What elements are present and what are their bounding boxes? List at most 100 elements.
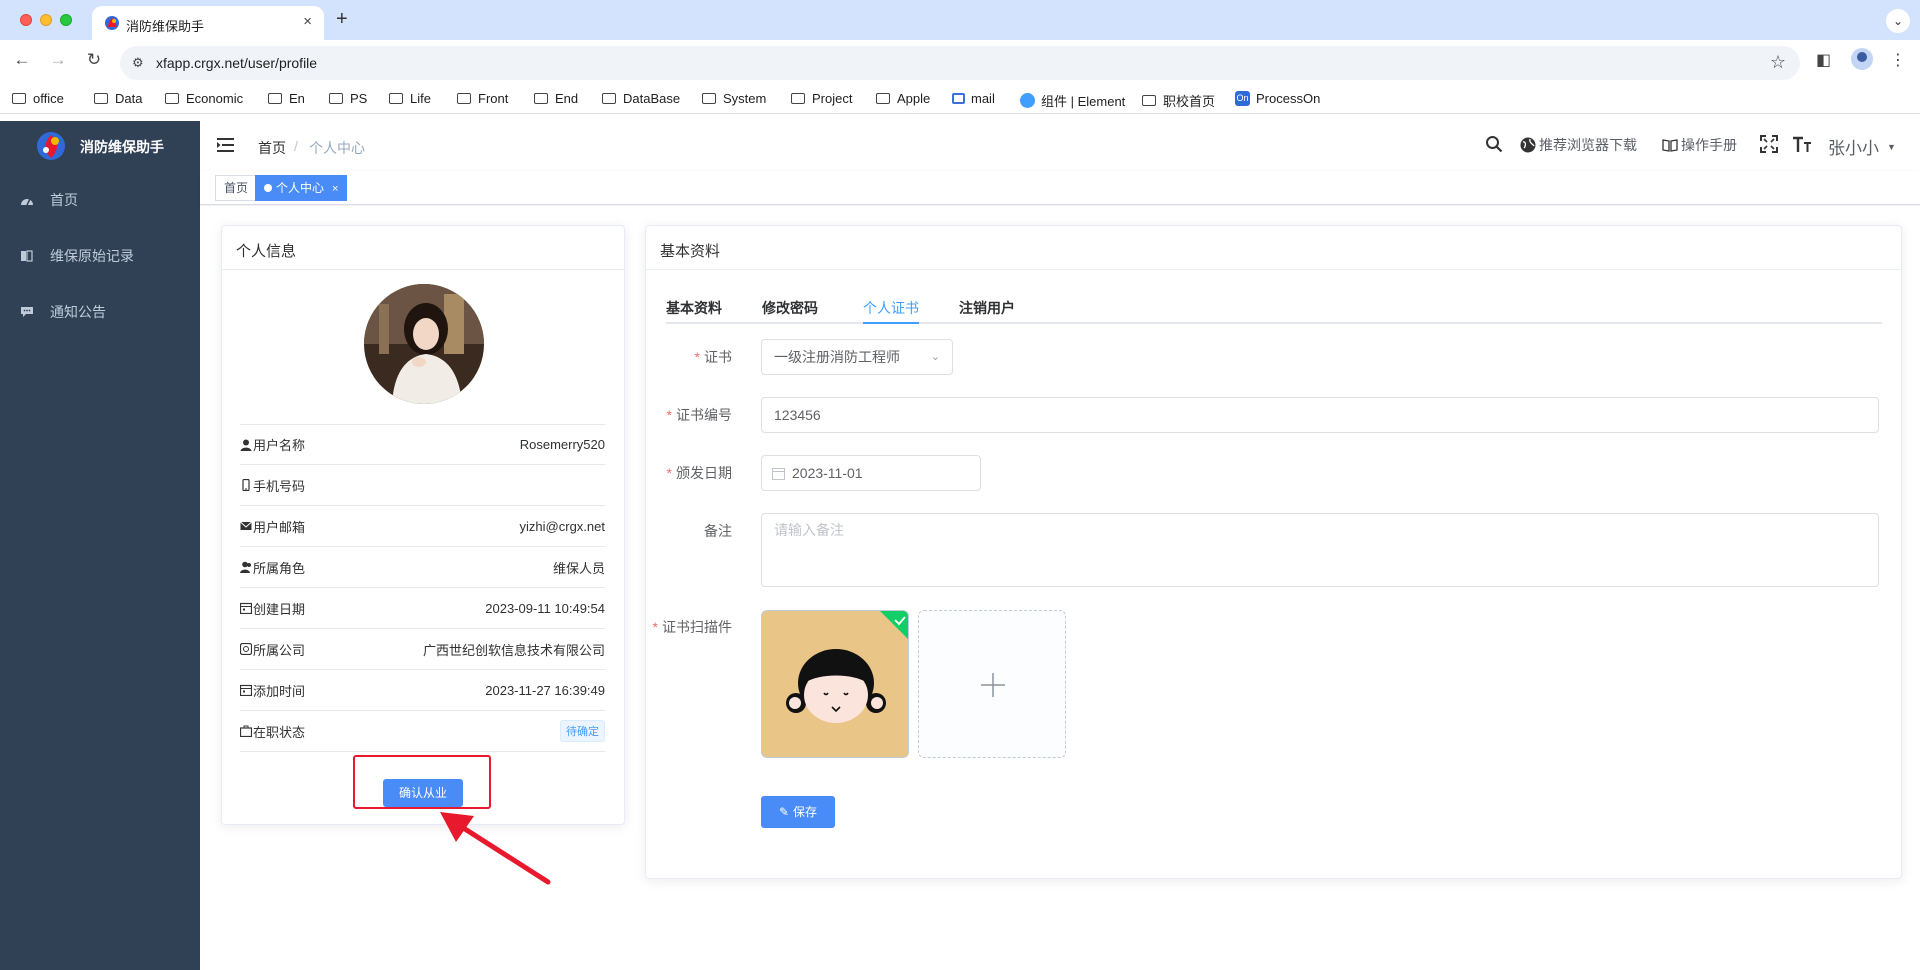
sidebar-item-label: 首页 bbox=[50, 192, 78, 208]
fullscreen-icon[interactable] bbox=[1760, 135, 1778, 153]
new-tab-button[interactable]: + bbox=[336, 8, 348, 31]
remark-label: 备注 bbox=[704, 523, 732, 539]
search-icon[interactable] bbox=[1485, 135, 1503, 153]
browser-toolbar: ← → ↻ ⚙ xfapp.crgx.net/user/profile ☆ ◧ … bbox=[0, 40, 1920, 84]
sidebar-item-maintenance-records[interactable]: 维保原始记录 bbox=[0, 228, 200, 284]
main-area: 首页 / 个人中心 推荐浏览器下载 操作手册 张小小 ▼ 首页 个人中心 × 个… bbox=[200, 121, 1920, 970]
info-row-company: 所属公司 广西世纪创软信息技术有限公司 bbox=[240, 629, 605, 670]
bookmark-processon[interactable]: On ProcessOn bbox=[1235, 91, 1320, 106]
issue-date-picker[interactable]: 2023-11-01 bbox=[761, 455, 981, 491]
navbar: 首页 / 个人中心 推荐浏览器下载 操作手册 张小小 ▼ bbox=[200, 121, 1920, 171]
bookmarks-bar: office Data Economic En PS Life Front En… bbox=[0, 84, 1920, 114]
info-row-added: 添加时间 2023-11-27 16:39:49 bbox=[240, 670, 605, 711]
bookmark-database[interactable]: DataBase bbox=[602, 91, 680, 106]
folder-icon bbox=[876, 93, 890, 104]
tag-home[interactable]: 首页 bbox=[215, 175, 258, 201]
app-root: 消防维保助手 首页 维保原始记录 通知公告 首页 / 个人中心 推荐浏览器下载 … bbox=[0, 121, 1920, 970]
bookmark-apple[interactable]: Apple bbox=[876, 91, 930, 106]
message-icon bbox=[21, 307, 33, 317]
user-dropdown[interactable]: 张小小 ▼ bbox=[1828, 134, 1896, 159]
bookmark-end[interactable]: End bbox=[534, 91, 578, 106]
remark-textarea[interactable]: 请输入备注 bbox=[761, 513, 1879, 587]
site-info-icon[interactable]: ⚙ bbox=[132, 55, 144, 71]
scan-label: * 证书扫描件 bbox=[652, 619, 732, 635]
date-icon bbox=[240, 602, 252, 614]
card-title: 个人信息 bbox=[222, 226, 624, 270]
tab-search-icon[interactable]: ⌄ bbox=[1886, 9, 1910, 33]
maximize-window-button[interactable] bbox=[60, 14, 72, 26]
sidebar: 消防维保助手 首页 维保原始记录 通知公告 bbox=[0, 121, 200, 970]
bookmark-data[interactable]: Data bbox=[94, 91, 142, 106]
bookmark-system[interactable]: System bbox=[702, 91, 766, 106]
minimize-window-button[interactable] bbox=[40, 14, 52, 26]
breadcrumb-current: 个人中心 bbox=[309, 140, 365, 156]
globe-icon bbox=[1520, 137, 1536, 153]
created-value: 2023-09-11 10:49:54 bbox=[485, 600, 605, 616]
breadcrumb-home[interactable]: 首页 bbox=[258, 138, 286, 158]
browser-tab[interactable]: 消防维保助手 × bbox=[92, 6, 324, 40]
reload-icon[interactable]: ↻ bbox=[82, 50, 106, 70]
collapse-menu-icon[interactable] bbox=[217, 138, 234, 152]
sidebar-item-label: 维保原始记录 bbox=[50, 248, 134, 264]
bookmark-en[interactable]: En bbox=[268, 91, 305, 106]
tab-close-icon[interactable]: × bbox=[303, 13, 312, 30]
tag-profile[interactable]: 个人中心 × bbox=[255, 175, 348, 201]
bookmark-office[interactable]: office bbox=[12, 91, 64, 106]
address-bar[interactable]: ⚙ xfapp.crgx.net/user/profile ☆ bbox=[120, 46, 1800, 80]
tab-title: 消防维保助手 bbox=[126, 19, 205, 34]
user-avatar[interactable] bbox=[364, 284, 484, 404]
bookmark-front[interactable]: Front bbox=[457, 91, 508, 106]
bookmark-mail[interactable]: mail bbox=[952, 91, 995, 106]
tab-deregister[interactable]: 注销用户 bbox=[959, 298, 1015, 318]
info-row-role: 所属角色 维保人员 bbox=[240, 547, 605, 588]
uploaded-scan-thumbnail[interactable] bbox=[761, 610, 909, 758]
folder-icon bbox=[1142, 95, 1156, 106]
tab-change-password[interactable]: 修改密码 bbox=[762, 298, 818, 318]
tag-close-icon[interactable]: × bbox=[332, 183, 338, 195]
folder-icon bbox=[389, 93, 403, 104]
save-button[interactable]: ✎ 保存 bbox=[761, 796, 835, 828]
url-text[interactable]: xfapp.crgx.net/user/profile bbox=[156, 55, 317, 71]
bookmark-ps[interactable]: PS bbox=[329, 91, 367, 106]
upload-add-button[interactable] bbox=[918, 610, 1066, 758]
browser-download-link[interactable]: 推荐浏览器下载 bbox=[1520, 135, 1637, 155]
side-panel-icon[interactable]: ◧ bbox=[1816, 50, 1831, 70]
bookmark-life[interactable]: Life bbox=[389, 91, 431, 106]
sidebar-item-home[interactable]: 首页 bbox=[0, 172, 200, 228]
info-row-email: 用户邮箱 yizhi@crgx.net bbox=[240, 506, 605, 547]
back-icon[interactable]: ← bbox=[10, 50, 34, 70]
bookmark-project[interactable]: Project bbox=[791, 91, 852, 106]
app-logo-icon bbox=[37, 132, 65, 160]
mail-icon bbox=[240, 521, 252, 530]
font-size-icon[interactable] bbox=[1792, 135, 1812, 153]
close-window-button[interactable] bbox=[20, 14, 32, 26]
sidebar-item-label: 通知公告 bbox=[50, 304, 106, 320]
plus-icon bbox=[981, 673, 1005, 697]
confirm-employment-button[interactable]: 确认从业 bbox=[383, 779, 463, 807]
bookmark-economic[interactable]: Economic bbox=[165, 91, 243, 106]
sidebar-item-notices[interactable]: 通知公告 bbox=[0, 284, 200, 340]
active-tab-indicator bbox=[863, 322, 919, 324]
tags-view: 首页 个人中心 × bbox=[200, 171, 1920, 205]
bookmark-star-icon[interactable]: ☆ bbox=[1770, 52, 1786, 73]
status-badge: 待确定 bbox=[560, 720, 605, 742]
chevron-down-icon: ⌄ bbox=[930, 351, 940, 363]
manual-link[interactable]: 操作手册 bbox=[1662, 135, 1737, 155]
tab-basic-info[interactable]: 基本资料 bbox=[666, 298, 722, 318]
peoples-icon bbox=[240, 561, 251, 573]
app-brand: 消防维保助手 bbox=[80, 139, 164, 155]
forward-icon[interactable]: → bbox=[46, 50, 70, 70]
app-favicon-icon bbox=[105, 16, 119, 30]
certificate-select[interactable]: 一级注册消防工程师 ⌄ bbox=[761, 339, 953, 375]
cert-no-label: * 证书编号 bbox=[666, 407, 732, 423]
dashboard-icon bbox=[21, 198, 33, 206]
username-value: Rosemerry520 bbox=[519, 437, 605, 452]
element-logo-icon bbox=[1020, 93, 1035, 108]
tab-certificate[interactable]: 个人证书 bbox=[863, 298, 919, 318]
profile-avatar-icon[interactable] bbox=[1851, 48, 1873, 70]
cert-number-input[interactable]: 123456 bbox=[761, 397, 1879, 433]
browser-menu-icon[interactable]: ⋮ bbox=[1890, 50, 1906, 70]
bookmark-school[interactable]: 职校首页 bbox=[1142, 91, 1215, 110]
bookmark-element[interactable]: 组件 | Element bbox=[1020, 91, 1125, 110]
basic-info-card: 基本资料 基本资料 修改密码 个人证书 注销用户 * 证书 一级注册消防工程师 ⌄ bbox=[645, 225, 1902, 879]
